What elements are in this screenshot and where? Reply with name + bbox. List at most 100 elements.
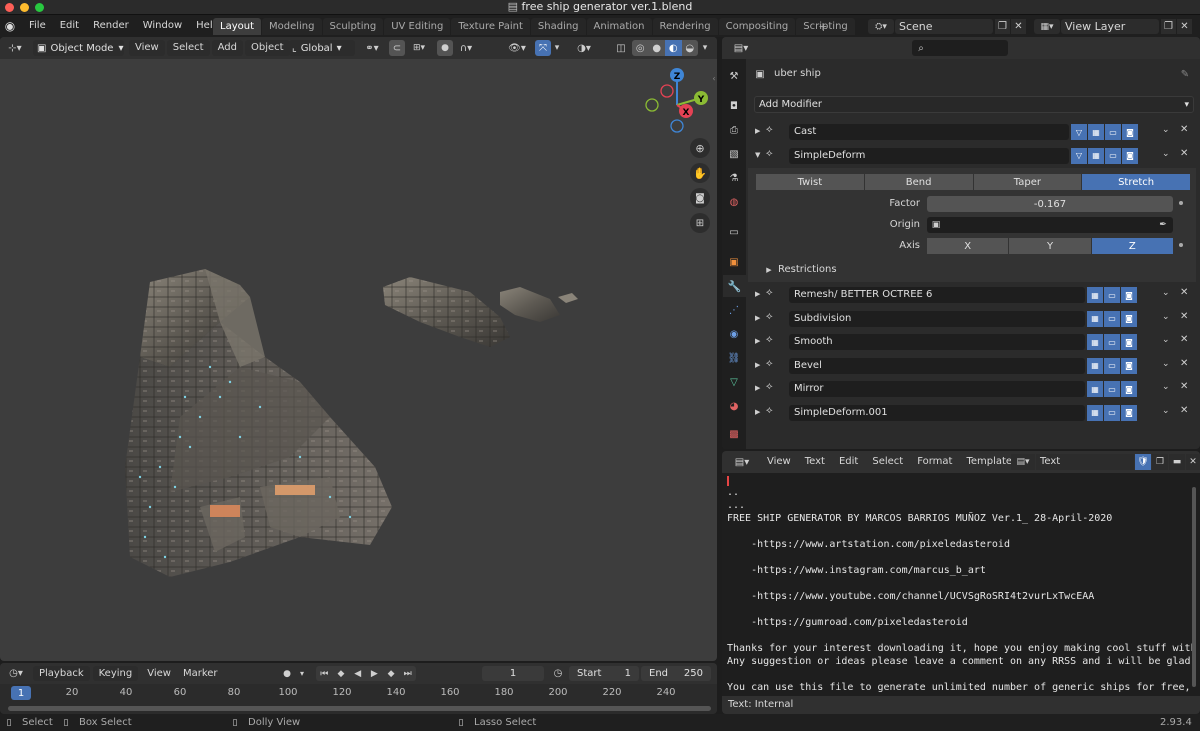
text-content[interactable]: ..... FREE SHIP GENERATOR BY MARCOS BARRI… xyxy=(727,473,1192,693)
modifier-name-field[interactable]: Subdivision xyxy=(789,310,1085,327)
keyframe-record-icon[interactable]: ● xyxy=(279,666,295,681)
modifier-menu-icon[interactable]: ⌄ xyxy=(1162,288,1170,298)
render-icon[interactable]: ◙ xyxy=(1121,287,1137,303)
pin-icon[interactable]: ✎ xyxy=(1178,67,1192,81)
tab-animation[interactable]: Animation xyxy=(586,18,652,35)
factor-keyframe-dot[interactable] xyxy=(1179,201,1183,205)
jump-start-icon[interactable]: ⏮ xyxy=(316,666,333,681)
render-icon[interactable]: ◙ xyxy=(1121,357,1137,374)
realtime-icon[interactable]: ▭ xyxy=(1104,404,1120,421)
tab-texture-paint[interactable]: Texture Paint xyxy=(451,18,530,35)
timeline-menu-keying[interactable]: Keying xyxy=(92,666,139,681)
tab-compositing[interactable]: Compositing xyxy=(718,18,796,35)
modifier-name-field[interactable]: Bevel xyxy=(789,357,1085,374)
prev-keyframe-icon[interactable]: ◆ xyxy=(333,666,350,681)
remove-modifier-icon[interactable]: ✕ xyxy=(1180,124,1188,135)
expand-arrow-icon[interactable]: ▶ xyxy=(755,384,760,392)
fake-user-icon[interactable]: 🛡 xyxy=(1135,454,1151,470)
text-menu-edit[interactable]: Edit xyxy=(832,454,865,470)
next-keyframe-icon[interactable]: ◆ xyxy=(383,666,400,681)
axis-z-button[interactable]: Z xyxy=(1091,238,1173,254)
realtime-icon[interactable]: ▭ xyxy=(1104,381,1120,397)
edit-mode-icon[interactable]: ▦ xyxy=(1087,287,1103,303)
tool-tab-icon[interactable]: ⚒ xyxy=(725,67,743,85)
method-stretch-button[interactable]: Stretch xyxy=(1082,174,1190,190)
expand-arrow-icon[interactable]: ▶ xyxy=(755,290,760,298)
edit-mode-icon[interactable]: ▦ xyxy=(1087,357,1103,374)
method-twist-button[interactable]: Twist xyxy=(756,174,864,190)
text-menu-select[interactable]: Select xyxy=(865,454,910,470)
timeline-scrollbar[interactable] xyxy=(8,706,711,711)
edit-mode-icon[interactable]: ▦ xyxy=(1087,404,1103,421)
new-text-icon[interactable]: ❐ xyxy=(1152,454,1168,470)
delete-scene-icon[interactable]: ✕ xyxy=(1011,19,1026,34)
eyedropper-icon[interactable]: ✒ xyxy=(1157,218,1169,232)
remove-modifier-icon[interactable]: ✕ xyxy=(1180,405,1188,416)
expand-arrow-icon[interactable]: ▶ xyxy=(755,408,760,416)
realtime-icon[interactable]: ▭ xyxy=(1104,334,1120,350)
texture-tab-icon[interactable]: ▩ xyxy=(725,425,743,443)
start-frame-field[interactable]: Start 1 xyxy=(569,666,639,681)
material-tab-icon[interactable]: ◕ xyxy=(725,397,743,415)
modifier-name-field[interactable]: SimpleDeform.001 xyxy=(789,404,1085,421)
expand-arrow-icon[interactable]: ▶ xyxy=(755,127,760,135)
origin-field[interactable]: ▣ ✒ xyxy=(927,217,1173,233)
play-reverse-icon[interactable]: ◀ xyxy=(349,666,366,681)
view-layer-field[interactable]: View Layer xyxy=(1061,19,1159,34)
remove-modifier-icon[interactable]: ✕ xyxy=(1180,311,1188,322)
modifier-menu-icon[interactable]: ⌄ xyxy=(1162,149,1170,159)
remove-modifier-icon[interactable]: ✕ xyxy=(1180,381,1188,392)
modifier-menu-icon[interactable]: ⌄ xyxy=(1162,406,1170,416)
realtime-icon[interactable]: ▭ xyxy=(1104,310,1120,327)
timeline-menu-marker[interactable]: Marker xyxy=(177,666,224,681)
tab-uv-editing[interactable]: UV Editing xyxy=(384,18,451,35)
edit-mode-icon[interactable]: ▦ xyxy=(1087,310,1103,327)
sidebar-toggle-icon[interactable]: ‹ xyxy=(710,72,718,84)
method-bend-button[interactable]: Bend xyxy=(864,174,973,190)
axis-x-button[interactable]: X xyxy=(927,238,1009,254)
unlink-text-icon[interactable]: ✕ xyxy=(1186,454,1200,470)
modifier-name-field[interactable]: Mirror xyxy=(789,381,1085,397)
scene-field[interactable]: Scene xyxy=(895,19,993,34)
axis-keyframe-dot[interactable] xyxy=(1179,243,1183,247)
menu-window[interactable]: Window xyxy=(136,15,189,37)
modifier-name-field[interactable]: Remesh/ BETTER OCTREE 6 xyxy=(789,287,1085,303)
modifier-menu-icon[interactable]: ⌄ xyxy=(1162,382,1170,392)
edit-mode-icon[interactable]: ▦ xyxy=(1088,124,1104,140)
tab-modeling[interactable]: Modeling xyxy=(262,18,322,35)
add-workspace-icon[interactable]: + xyxy=(816,19,830,33)
render-icon[interactable]: ◙ xyxy=(1121,404,1137,421)
realtime-icon[interactable]: ▭ xyxy=(1104,357,1120,374)
modifier-menu-icon[interactable]: ⌄ xyxy=(1162,125,1170,135)
factor-field[interactable]: -0.167 xyxy=(927,196,1173,212)
tab-sculpting[interactable]: Sculpting xyxy=(322,18,384,35)
particles-tab-icon[interactable]: ⋰ xyxy=(725,301,743,319)
text-scrollbar[interactable] xyxy=(1192,487,1196,687)
on-cage-icon[interactable]: ▽ xyxy=(1071,147,1087,164)
realtime-icon[interactable]: ▭ xyxy=(1104,287,1120,303)
collection-tab-icon[interactable]: ▭ xyxy=(725,223,743,241)
record-options-icon[interactable]: ▾ xyxy=(296,666,308,681)
properties-editor-type-icon[interactable]: ▤▾ xyxy=(728,41,754,56)
render-icon[interactable]: ◙ xyxy=(1122,147,1138,164)
remove-modifier-icon[interactable]: ✕ xyxy=(1180,358,1188,369)
restrictions-expand-icon[interactable]: ▶ xyxy=(764,264,774,276)
restrictions-subpanel[interactable]: Restrictions xyxy=(778,263,837,277)
modifier-name-field[interactable]: Smooth xyxy=(789,334,1085,350)
tab-rendering[interactable]: Rendering xyxy=(652,18,718,35)
menu-file[interactable]: File xyxy=(22,15,53,37)
jump-end-icon[interactable]: ⏭ xyxy=(399,666,416,681)
realtime-icon[interactable]: ▭ xyxy=(1105,147,1121,164)
constraints-tab-icon[interactable]: ⛓ xyxy=(725,349,743,367)
preview-range-icon[interactable]: ◷ xyxy=(550,666,566,681)
remove-modifier-icon[interactable]: ✕ xyxy=(1180,334,1188,345)
expand-arrow-icon[interactable]: ▶ xyxy=(755,314,760,322)
properties-search[interactable]: ⌕ xyxy=(912,40,1008,56)
axis-y-button[interactable]: Y xyxy=(1009,238,1091,254)
menu-edit[interactable]: Edit xyxy=(53,15,86,37)
timeline-menu-playback[interactable]: Playback xyxy=(33,666,90,681)
new-scene-icon[interactable]: ❐ xyxy=(995,19,1010,34)
output-tab-icon[interactable]: ⎙ xyxy=(725,121,743,139)
world-tab-icon[interactable]: ◍ xyxy=(725,193,743,211)
viewport-3d[interactable]: ⊹▾ ▣ Object Mode ▾ View Select Add Object ⌞ Gl… xyxy=(0,37,717,661)
